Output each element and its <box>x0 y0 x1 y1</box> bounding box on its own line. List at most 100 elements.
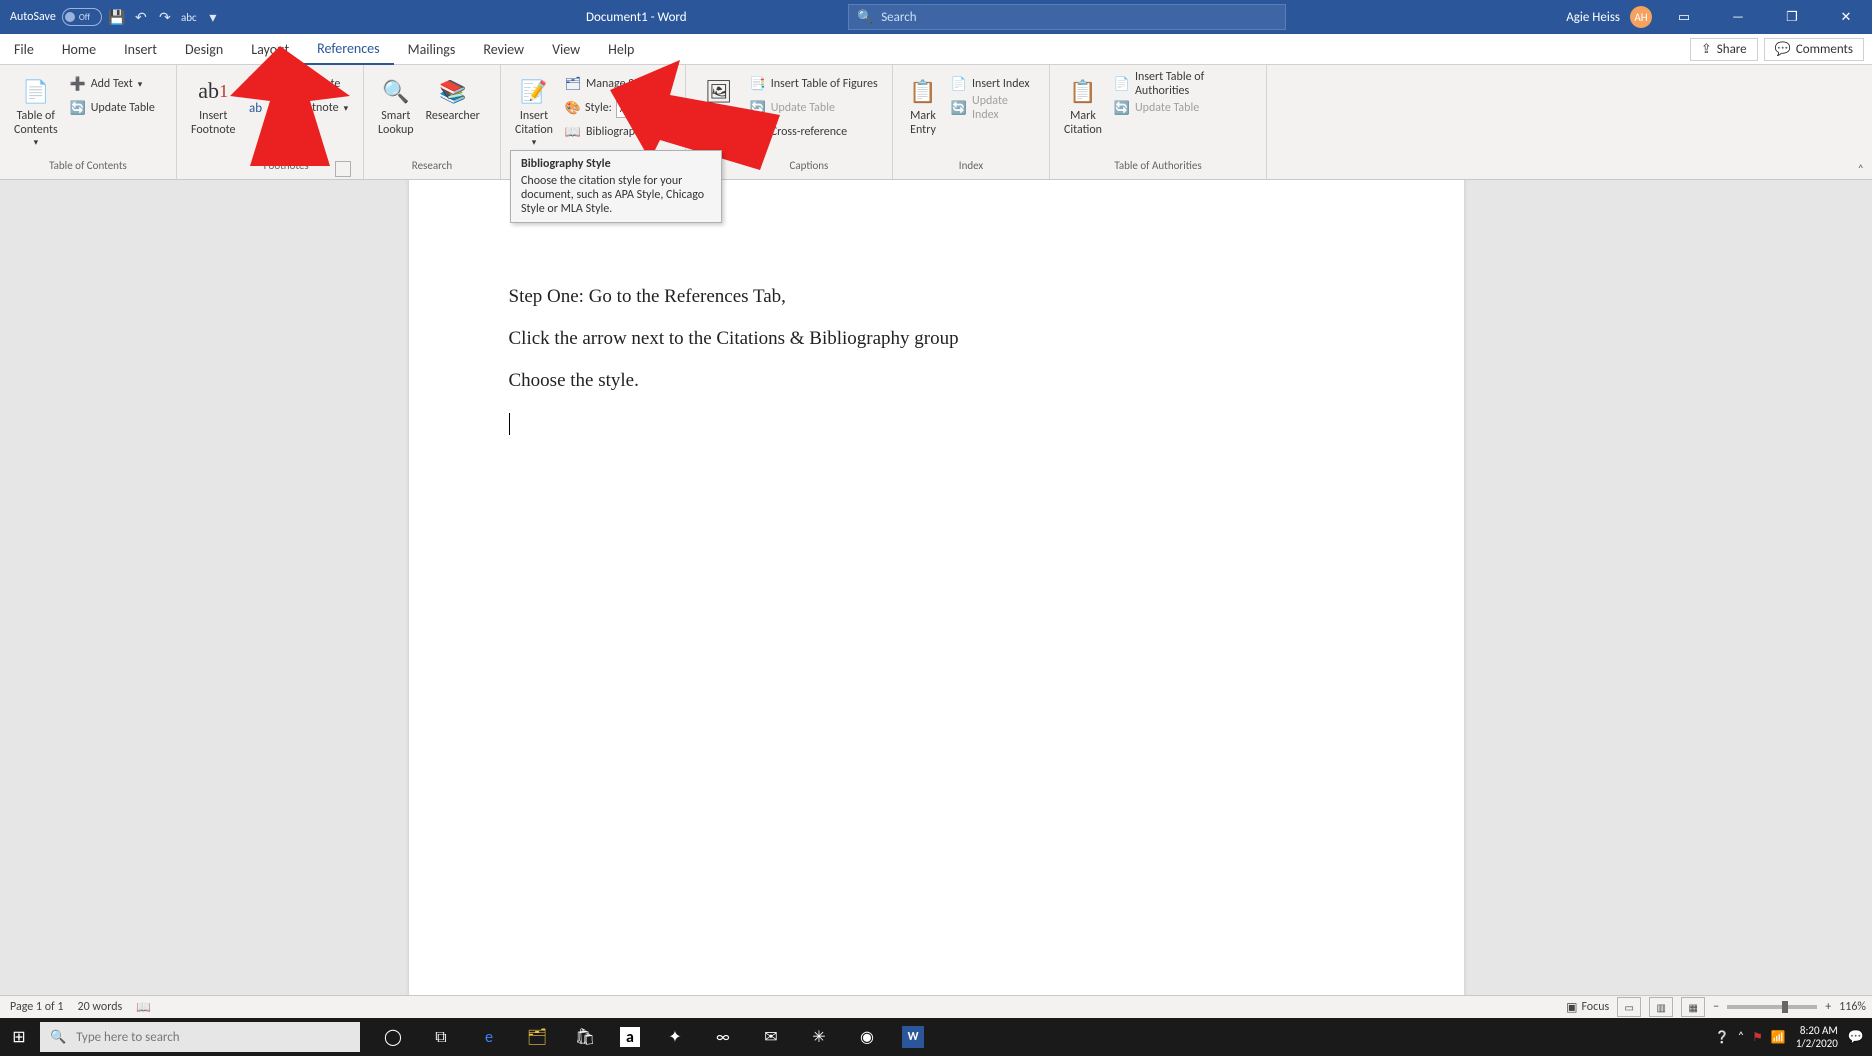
comments-button[interactable]: 💬 Comments <box>1764 38 1864 61</box>
amazon-icon[interactable]: a <box>620 1027 640 1047</box>
save-icon[interactable]: 💾 <box>108 8 126 26</box>
autosave-label: AutoSave <box>10 10 56 24</box>
bibliography-icon: 📖 <box>565 124 581 140</box>
tab-file[interactable]: File <box>0 34 48 64</box>
help-tray-icon[interactable]: ❔ <box>1715 1030 1730 1045</box>
search-placeholder: Search <box>881 10 916 25</box>
update-toa-button: 🔄 Update Table <box>1112 97 1254 119</box>
group-label: Index <box>901 157 1041 179</box>
focus-mode-button[interactable]: ▣Focus <box>1566 1000 1609 1015</box>
microsoft-store-icon[interactable]: 🛍 <box>572 1024 598 1050</box>
word-count-status[interactable]: 20 words <box>78 1000 123 1014</box>
tab-mailings[interactable]: Mailings <box>394 34 470 64</box>
slack-icon[interactable]: ✳ <box>806 1024 832 1050</box>
annotation-arrow-references-tab <box>190 46 350 166</box>
insert-toa-button[interactable]: 📄 Insert Table of Authorities <box>1112 73 1254 95</box>
word-icon[interactable]: W <box>902 1026 924 1048</box>
search-icon: 🔍 <box>50 1030 66 1045</box>
undo-icon[interactable]: ↶ <box>132 8 150 26</box>
proofing-status-icon[interactable]: 📖 <box>136 1000 151 1015</box>
read-mode-icon[interactable]: ▭ <box>1617 997 1641 1017</box>
share-button[interactable]: ⇪ Share <box>1690 38 1758 61</box>
document-workspace: Step One: Go to the References Tab, Clic… <box>0 180 1872 1020</box>
update-table-toc-button[interactable]: 🔄 Update Table <box>68 97 157 119</box>
document-title: Document1 - Word <box>586 10 687 25</box>
account-name[interactable]: Agie Heiss <box>1566 10 1620 25</box>
tab-review[interactable]: Review <box>469 34 538 64</box>
update-index-icon: 🔄 <box>951 100 967 116</box>
ribbon-display-options-icon[interactable]: ▭ <box>1662 0 1706 34</box>
qat-customize-icon[interactable]: ▾ <box>204 8 222 26</box>
start-button[interactable]: ⊞ <box>0 1018 38 1056</box>
edge-icon[interactable]: e <box>476 1024 502 1050</box>
insert-citation-button[interactable]: 📝 Insert Citation ▾ <box>509 69 559 150</box>
comments-icon: 💬 <box>1775 42 1791 57</box>
cortana-icon[interactable]: ◯ <box>380 1024 406 1050</box>
task-view-icon[interactable]: ⧉ <box>428 1024 454 1050</box>
windows-taskbar: ⊞ 🔍 Type here to search ◯ ⧉ e 🗂 🛍 a ✦ ∞ … <box>0 1018 1872 1056</box>
app-icon[interactable]: ∞ <box>710 1024 736 1050</box>
tab-home[interactable]: Home <box>48 34 110 64</box>
zoom-in-icon[interactable]: + <box>1825 1000 1831 1014</box>
insert-index-button[interactable]: 📄 Insert Index <box>949 73 1037 95</box>
redo-icon[interactable]: ↷ <box>156 8 174 26</box>
text-cursor <box>509 413 510 435</box>
add-text-button[interactable]: ➕ Add Text ▾ <box>68 73 157 95</box>
minimize-icon[interactable]: — <box>1716 0 1760 34</box>
mail-icon[interactable]: ✉ <box>758 1024 784 1050</box>
zoom-slider[interactable] <box>1727 1005 1817 1009</box>
mark-entry-button[interactable]: 📋 Mark Entry <box>901 69 945 139</box>
autosave-toggle[interactable]: AutoSave Off <box>10 8 102 26</box>
zoom-out-icon[interactable]: − <box>1713 1000 1719 1014</box>
update-table-icon: 🔄 <box>70 100 86 116</box>
update-toa-icon: 🔄 <box>1114 100 1130 116</box>
mark-entry-icon: 📋 <box>907 75 939 107</box>
zoom-level[interactable]: 116% <box>1839 1000 1866 1014</box>
style-icon: 🎨 <box>565 100 581 116</box>
add-text-icon: ➕ <box>70 76 86 92</box>
researcher-icon: 📚 <box>437 75 469 107</box>
avatar[interactable]: AH <box>1630 6 1652 28</box>
smart-lookup-icon: 🔍 <box>380 75 412 107</box>
security-tray-icon[interactable]: ⚑ <box>1752 1030 1763 1045</box>
taskbar-search[interactable]: 🔍 Type here to search <box>40 1022 360 1052</box>
manage-sources-icon: 🗂 <box>565 76 581 92</box>
insert-citation-icon: 📝 <box>518 75 550 107</box>
tray-chevron-icon[interactable]: ˄ <box>1738 1030 1744 1044</box>
share-icon: ⇪ <box>1701 42 1712 57</box>
web-layout-icon[interactable]: ▦ <box>1681 997 1705 1017</box>
search-icon: 🔍 <box>857 10 873 25</box>
dropbox-icon[interactable]: ✦ <box>662 1024 688 1050</box>
document-line: Choose the style. <box>509 370 1364 392</box>
maximize-icon[interactable]: ❐ <box>1770 0 1814 34</box>
taskbar-search-placeholder: Type here to search <box>76 1030 179 1045</box>
action-center-icon[interactable]: 💬 <box>1848 1030 1864 1045</box>
tooltip-title: Bibliography Style <box>521 157 711 171</box>
update-index-button: 🔄 Update Index <box>949 97 1037 119</box>
search-box[interactable]: 🔍 Search <box>848 4 1286 30</box>
table-of-contents-button[interactable]: 📄 Table of Contents ▾ <box>8 69 64 150</box>
chrome-icon[interactable]: ◉ <box>854 1024 880 1050</box>
status-bar: Page 1 of 1 20 words 📖 ▣Focus ▭ ▥ ▦ − + … <box>0 995 1872 1018</box>
spellcheck-icon[interactable]: abc <box>180 8 198 26</box>
close-icon[interactable]: ✕ <box>1824 0 1868 34</box>
taskbar-clock[interactable]: 8:20 AM 1/2/2020 <box>1796 1024 1838 1050</box>
mark-citation-button[interactable]: 📋 Mark Citation <box>1058 69 1108 139</box>
collapse-ribbon-icon[interactable]: ˄ <box>1858 163 1864 177</box>
insert-index-icon: 📄 <box>951 76 967 92</box>
group-label: Table of Contents <box>8 157 168 179</box>
group-label: Table of Authorities <box>1058 157 1258 179</box>
table-of-contents-icon: 📄 <box>20 75 52 107</box>
document-line: Step One: Go to the References Tab, <box>509 286 1364 308</box>
group-label: Research <box>372 157 492 179</box>
tab-view[interactable]: View <box>538 34 594 64</box>
print-layout-icon[interactable]: ▥ <box>1649 997 1673 1017</box>
document-page[interactable]: Step One: Go to the References Tab, Clic… <box>409 180 1464 1020</box>
researcher-button[interactable]: 📚 Researcher <box>420 69 486 125</box>
smart-lookup-button[interactable]: 🔍 Smart Lookup <box>372 69 420 139</box>
file-explorer-icon[interactable]: 🗂 <box>524 1024 550 1050</box>
tooltip-body: Choose the citation style for your docum… <box>521 174 711 216</box>
tab-insert[interactable]: Insert <box>110 34 171 64</box>
page-number-status[interactable]: Page 1 of 1 <box>10 1000 64 1014</box>
wifi-tray-icon[interactable]: 📶 <box>1771 1030 1786 1045</box>
